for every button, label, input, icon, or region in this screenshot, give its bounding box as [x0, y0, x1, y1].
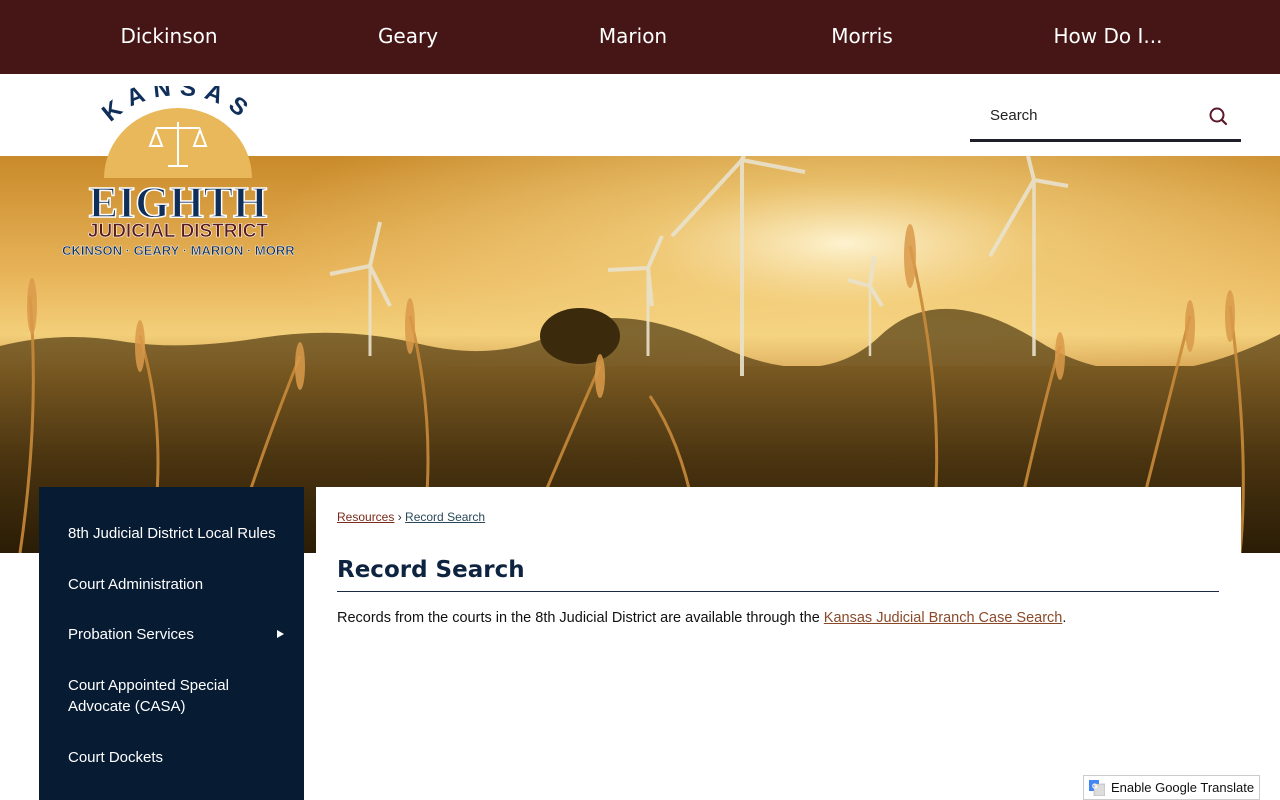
page-title: Record Search	[337, 557, 1219, 592]
nav-geary[interactable]: Geary	[378, 0, 438, 74]
search-icon[interactable]	[1205, 103, 1231, 129]
sidebar-item-local-rules[interactable]: 8th Judicial District Local Rules	[68, 523, 288, 544]
body-text-prefix: Records from the courts in the 8th Judic…	[337, 610, 824, 626]
search-bar	[970, 92, 1241, 142]
google-translate-label: Enable Google Translate	[1111, 780, 1255, 795]
nav-morris[interactable]: Morris	[831, 0, 893, 74]
case-search-link[interactable]: Kansas Judicial Branch Case Search	[824, 610, 1063, 626]
sidebar-item-probation-services[interactable]: Probation Services	[68, 624, 288, 645]
body-text-suffix: .	[1062, 610, 1067, 626]
logo-judicial-text: JUDICIAL DISTRICT	[88, 221, 269, 242]
nav-how-do-i[interactable]: How Do I...	[1054, 0, 1163, 74]
sidebar-item-casa[interactable]: Court Appointed Special Advocate (CASA)	[68, 675, 288, 717]
page-body-text: Records from the courts in the 8th Judic…	[337, 610, 1066, 626]
main-content: Resources › Record Search Record Search …	[316, 487, 1241, 800]
breadcrumb-resources-link[interactable]: Resources	[337, 510, 394, 524]
nav-dickinson[interactable]: Dickinson	[120, 0, 217, 74]
sidebar-item-court-dockets[interactable]: Court Dockets	[68, 747, 288, 768]
logo-counties-text: DICKINSON · GEARY · MARION · MORRIS	[62, 243, 294, 258]
sidebar-item-court-administration[interactable]: Court Administration	[68, 574, 288, 595]
top-navigation: Dickinson Geary Marion Morris How Do I..…	[0, 0, 1280, 74]
breadcrumb-separator: ›	[397, 510, 402, 524]
breadcrumb-current-link[interactable]: Record Search	[405, 510, 485, 524]
logo-eighth-text: EIGHTH	[89, 178, 268, 227]
svg-text:G: G	[1092, 783, 1098, 790]
google-translate-icon: G	[1089, 779, 1105, 796]
district-logo[interactable]: KANSAS EIGHTH JUDICIAL DISTRICT DICKINSO…	[49, 74, 308, 266]
breadcrumb: Resources › Record Search	[337, 510, 485, 524]
google-translate-button[interactable]: G Enable Google Translate	[1083, 775, 1260, 800]
submenu-arrow-icon[interactable]	[277, 630, 284, 638]
search-input[interactable]	[970, 92, 1200, 138]
sidebar-menu: 8th Judicial District Local Rules Court …	[39, 487, 304, 800]
nav-marion[interactable]: Marion	[599, 0, 667, 74]
